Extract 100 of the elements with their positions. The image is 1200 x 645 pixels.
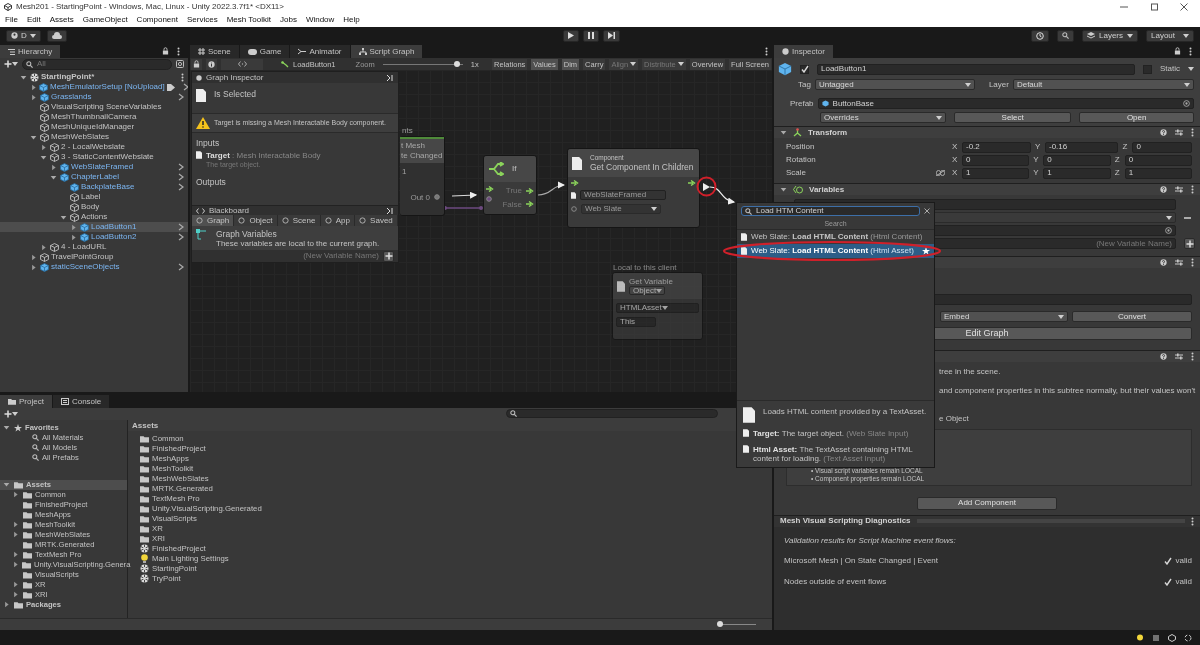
axis-label: Y xyxy=(1033,168,1040,178)
hierarchy-item[interactable]: LoadButton2 xyxy=(0,232,188,242)
port-value: 1 xyxy=(402,167,407,177)
hierarchy-item[interactable]: MeshWebSlates xyxy=(0,132,188,142)
axis-label: Z xyxy=(1122,142,1129,152)
name-field[interactable]: HTMLAsset xyxy=(616,303,699,313)
axis-label: Y xyxy=(1033,155,1040,165)
name-field[interactable]: LoadButton1 xyxy=(817,63,1135,75)
hierarchy-item[interactable]: BackplateBase xyxy=(0,182,188,192)
hierarchy-item[interactable]: Grasslands xyxy=(0,92,188,102)
hierarchy-tab[interactable]: Hierarchy xyxy=(0,45,61,58)
axis-label: X xyxy=(952,155,959,165)
add-component-button[interactable]: Add Component xyxy=(917,496,1057,510)
menu-item[interactable]: Help xyxy=(343,15,360,25)
hierarchy-item[interactable]: VisualScripting SceneVariables xyxy=(0,102,188,112)
number-field[interactable]: 0 xyxy=(1043,154,1111,166)
menu-item[interactable]: Edit xyxy=(26,15,41,25)
hierarchy-item[interactable]: MeshThumbnailCamera xyxy=(0,112,188,122)
number-field[interactable]: 0 xyxy=(1124,154,1192,166)
node-title: If xyxy=(512,164,517,174)
number-field[interactable]: 0 xyxy=(962,154,1030,166)
editor-tab[interactable]: Script Graph xyxy=(350,45,423,58)
number-field[interactable]: -0.2 xyxy=(962,141,1031,153)
validation-status: valid xyxy=(1163,556,1192,566)
field-label: Prefab xyxy=(790,98,814,109)
prefab-field[interactable]: ButtonBase xyxy=(817,98,1194,109)
component-title: Variables xyxy=(809,184,845,195)
hierarchy-item[interactable]: WebSlateFramed xyxy=(0,162,188,172)
convert-button[interactable]: Convert xyxy=(1072,311,1192,322)
search-field[interactable]: Load HTM Content xyxy=(741,206,920,216)
search-result[interactable]: Web Slate: Load HTML Content (Html Asset) xyxy=(737,244,934,258)
menu-item[interactable]: Services xyxy=(186,15,218,25)
target-field[interactable]: This xyxy=(616,317,656,327)
source-dropdown[interactable]: Embed xyxy=(940,311,1068,322)
editor-tab[interactable]: Game xyxy=(239,45,290,58)
hierarchy-item[interactable]: Label xyxy=(0,192,188,202)
menu-item[interactable]: Window xyxy=(305,15,335,25)
menu-item[interactable]: Mesh Toolkit xyxy=(226,15,271,25)
axis-label: Z xyxy=(1114,168,1121,178)
hierarchy-item[interactable]: LoadButton1 xyxy=(0,222,188,232)
menu-item[interactable]: GameObject xyxy=(82,15,128,25)
axis-label: Y xyxy=(1034,142,1042,152)
overrides-dropdown[interactable]: Overrides xyxy=(820,112,946,123)
hierarchy-item[interactable]: staticSceneObjects xyxy=(0,262,188,272)
number-field[interactable]: 1 xyxy=(1043,167,1111,179)
type-dropdown[interactable]: Web Slate xyxy=(581,204,661,214)
inspector-tab[interactable]: Inspector xyxy=(774,45,833,58)
menu-item[interactable]: Jobs xyxy=(280,15,297,25)
layer-dropdown[interactable]: Default xyxy=(1012,79,1194,90)
tag-dropdown[interactable]: Untagged xyxy=(814,79,975,90)
component-title: Transform xyxy=(808,127,848,138)
note-text: e Object xyxy=(939,414,970,424)
number-field[interactable]: -0.16 xyxy=(1044,141,1119,153)
hierarchy-item[interactable]: 4 - LoadURL xyxy=(0,242,188,252)
description-text: Loads HTML content provided by a TextAsset. xyxy=(763,407,927,418)
object-field[interactable]: WebSlateFramed xyxy=(580,190,666,200)
hierarchy-item[interactable]: 3 - StaticContentWebslate xyxy=(0,152,188,162)
node-category: t Mesh xyxy=(401,141,426,151)
hierarchy-item[interactable]: StartingPoint* xyxy=(0,72,188,82)
menu-item[interactable]: File xyxy=(5,15,18,25)
hierarchy-item[interactable]: Actions xyxy=(0,212,188,222)
group-label: Local to this client xyxy=(613,263,677,273)
section-heading: Outputs xyxy=(195,176,227,188)
output-port-label: Out 0 xyxy=(410,192,430,203)
menu-item[interactable]: Assets xyxy=(49,15,74,25)
hierarchy-item[interactable]: TravelPointGroup xyxy=(0,252,188,262)
field-label: Rotation xyxy=(786,155,817,165)
result-label: Nodes outside of event flows xyxy=(784,576,887,587)
port-description: Target : Mesh Interactable Body xyxy=(206,151,321,161)
panel-tab[interactable]: Console xyxy=(52,395,110,408)
panel-tab[interactable]: Project xyxy=(0,395,52,408)
layout-dropdown[interactable]: Layout xyxy=(1146,29,1194,42)
static-toggle[interactable]: Static xyxy=(1160,64,1194,74)
account-button[interactable]: D xyxy=(6,29,41,42)
window-title: Mesh201 - StartingPoint - Windows, Mac, Linux - Unity 2022.3.7f1* <DX11> xyxy=(16,1,284,12)
field-label: Scale xyxy=(786,168,807,178)
open-button[interactable]: Open xyxy=(1079,112,1194,123)
port-description: Target: The target object. (Web Slate Input) xyxy=(753,429,909,439)
hierarchy-item[interactable]: ChapterLabel xyxy=(0,172,188,182)
number-field[interactable]: 1 xyxy=(1124,167,1192,179)
scope-dropdown[interactable]: Object xyxy=(629,286,665,296)
hierarchy-item[interactable]: MeshEmulatorSetup [NoUpload] xyxy=(0,82,188,92)
group-label: nts xyxy=(402,126,413,136)
node-title: Is Selected xyxy=(214,89,257,101)
editor-tab[interactable]: Animator xyxy=(290,45,350,58)
diagnostics-intro: Validation results for Script Machine event flows: xyxy=(784,535,957,546)
number-field[interactable]: 1 xyxy=(962,167,1030,179)
menu-item[interactable]: Component xyxy=(136,15,178,25)
node-title: te Changed xyxy=(401,150,443,161)
editor-tab[interactable]: Scene xyxy=(190,45,239,58)
number-field[interactable]: 0 xyxy=(1132,141,1192,153)
hierarchy-item[interactable]: MeshUniqueIdManager xyxy=(0,122,188,132)
select-button[interactable]: Select xyxy=(954,112,1072,123)
hierarchy-item[interactable]: Body xyxy=(0,202,188,212)
panel-title: Graph Inspector xyxy=(206,72,264,83)
node-title: Get Component In Children xyxy=(590,161,694,172)
section-description: These variables are local to the current graph. xyxy=(216,239,380,249)
hierarchy-item[interactable]: 2 - LocalWebslate xyxy=(0,142,188,152)
section-heading: Graph Variables xyxy=(216,229,278,240)
layers-dropdown[interactable]: Layers xyxy=(1082,29,1138,42)
